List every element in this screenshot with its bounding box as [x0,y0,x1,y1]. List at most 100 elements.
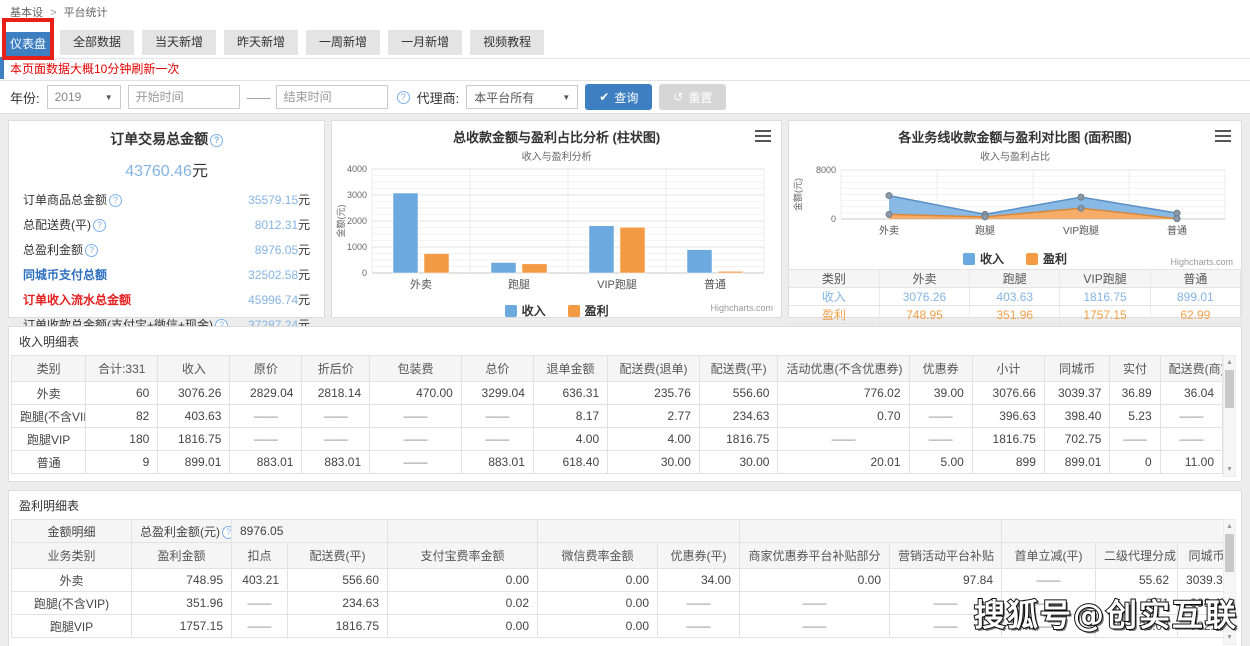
profit-table-cell: —— [232,615,288,638]
legend-item[interactable]: 盈利 [568,302,609,319]
profit-table-cell: 外卖 [12,569,132,592]
tab[interactable]: 当天新增 [142,30,216,55]
help-icon[interactable]: ? [109,194,122,207]
income-table-cell: 1816.75 [699,428,778,451]
help-icon[interactable]: ? [85,244,98,257]
profit-table-cell: 1757.15 [132,615,232,638]
profit-table-cell: 跑腿(不含VIP) [12,592,132,615]
income-table-cell: 36.04 [1160,382,1222,405]
summary-rows: 订单商品总金额?35579.15元总配送费(平)?8012.31元总盈利金额?8… [9,187,324,337]
svg-text:2000: 2000 [347,216,367,226]
profit-meta-label: 金额明细 [12,520,132,543]
income-table-cell: 883.01 [230,451,302,474]
profit-table-cell: 跑腿VIP [12,615,132,638]
scroll-up-arrow[interactable]: ▲ [1224,356,1235,369]
biz-table-header-cell: VIP跑腿 [1060,270,1150,288]
tab-dashboard[interactable]: 仪表盘 [6,32,50,56]
tab[interactable]: 一月新增 [388,30,462,55]
income-table-header-cell: 配送费(平) [699,356,778,382]
income-table-header-cell: 退单金额 [533,356,607,382]
table-row: 跑腿VIP1801816.75————————4.004.001816.75——… [12,428,1223,451]
profit-table-header-cell: 二级代理分成 [1096,543,1178,569]
income-table-cell: 36.89 [1110,382,1160,405]
tab[interactable]: 昨天新增 [224,30,298,55]
profit-meta-total-label: 总盈利金额(元)? [132,520,232,543]
biz-table-header-cell: 跑腿 [970,270,1060,288]
biz-table-cell: 3076.26 [879,288,969,306]
summary-row: 总配送费(平)?8012.31元 [23,212,310,237]
legend-swatch [568,305,580,317]
sidebar-edge-sliver [0,57,4,79]
scroll-thumb[interactable] [1225,534,1234,572]
summary-row-label: 订单商品总金额? [23,191,122,208]
header: 基本设 > 平台统计 仪表盘 全部数据当天新增昨天新增一周新增一月新增视频教程 [0,0,1250,58]
search-button[interactable]: ✔ 查询 [585,84,652,110]
svg-text:1000: 1000 [347,242,367,252]
biz-table-cell: 62.99 [1150,306,1240,324]
help-icon[interactable]: ? [222,526,232,539]
income-table-cell: 556.60 [699,382,778,405]
tab[interactable]: 视频教程 [470,30,544,55]
legend-item[interactable]: 收入 [505,302,546,319]
check-icon: ✔ [599,90,609,104]
profit-table-header-cell: 业务类别 [12,543,132,569]
income-table-cell: 4.00 [533,428,607,451]
profit-table-cell: 0.00 [538,592,658,615]
biz-table-cell: 1816.75 [1060,288,1150,306]
scroll-up-arrow[interactable]: ▲ [1224,520,1235,533]
profit-table-header-cell: 扣点 [232,543,288,569]
chart-menu-icon[interactable] [1215,130,1231,142]
legend-item[interactable]: 收入 [963,250,1004,267]
legend-label: 盈利 [585,302,609,319]
search-button-label: 查询 [614,89,638,106]
order-total-title-text: 订单交易总金额 [110,131,208,147]
profit-table-cell: —— [1002,569,1096,592]
profit-table-cell: —— [740,592,890,615]
biz-table-header-cell: 外卖 [879,270,969,288]
help-icon[interactable]: ? [397,91,410,104]
agent-select[interactable]: 本平台所有 ▼ [466,85,578,109]
profit-table-header-cell: 首单立减(平) [1002,543,1096,569]
income-table-cell: 883.01 [302,451,370,474]
year-select[interactable]: 2019 ▼ [47,85,121,109]
svg-text:外卖: 外卖 [879,225,899,237]
profit-table-cell: 1816.75 [288,615,388,638]
chevron-down-icon: ▼ [105,93,113,102]
income-table-cell: —— [370,405,462,428]
profit-meta-empty-cell [1002,520,1236,543]
biz-table-row-label: 收入 [789,288,879,306]
profit-table-cell: 34.00 [658,569,740,592]
legend-item[interactable]: 盈利 [1026,250,1067,267]
chart-menu-icon[interactable] [755,130,771,142]
income-table-header-cell: 类别 [12,356,86,382]
profit-meta-total-value: 8976.05 [232,520,388,543]
reset-button[interactable]: ↺重置 [659,84,726,110]
profit-table-cell: —— [658,592,740,615]
income-table-cell: 636.31 [533,382,607,405]
income-table-cell: 2818.14 [302,382,370,405]
scroll-down-arrow[interactable]: ▼ [1224,463,1235,476]
order-total-unit: 元 [192,163,208,180]
tab[interactable]: 一周新增 [306,30,380,55]
svg-text:跑腿: 跑腿 [508,277,530,291]
summary-row-label: 同城币支付总额 [23,266,107,283]
profit-table-title: 盈利明细表 [9,491,1241,519]
income-table-cell: 9 [86,451,158,474]
help-icon[interactable]: ? [93,219,106,232]
area-chart-subtitle: 收入与盈利占比 [789,148,1241,163]
start-date-input[interactable] [128,85,240,109]
profit-table-cell: 55.62 [1096,569,1178,592]
income-table-cell: —— [230,405,302,428]
income-table-cell: 883.01 [461,451,533,474]
end-date-input[interactable] [276,85,388,109]
tab[interactable]: 全部数据 [60,30,134,55]
scroll-thumb[interactable] [1225,370,1234,408]
biz-table-header-cell: 普通 [1150,270,1240,288]
income-table-cell: 4.00 [608,428,700,451]
summary-row-label: 总盈利金额? [23,241,98,258]
help-icon[interactable]: ? [210,134,223,147]
dashboard-panels: 订单交易总金额? 43760.46元 订单商品总金额?35579.15元总配送费… [8,120,1242,318]
income-table-cell: —— [778,428,909,451]
profit-table-header-cell: 配送费(平) [288,543,388,569]
income-table-cell: 5.23 [1110,405,1160,428]
